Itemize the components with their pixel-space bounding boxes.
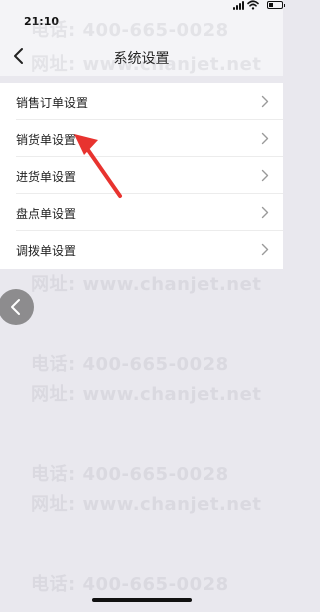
status-time: 21:10 <box>24 15 60 28</box>
list-item-label: 销货单设置 <box>16 133 77 147</box>
list-item-label: 进货单设置 <box>16 170 77 184</box>
watermark-phone: 电话: 400-665-0028 <box>31 574 229 595</box>
list-item-stocktake-settings[interactable]: 盘点单设置 <box>0 194 283 231</box>
home-indicator <box>92 598 192 602</box>
signal-icon <box>233 0 245 10</box>
list-item-transfer-settings[interactable]: 调拨单设置 <box>0 231 283 268</box>
nav-bar: 系统设置 <box>0 36 283 76</box>
list-item-sales-order-settings[interactable]: 销售订单设置 <box>0 83 283 120</box>
floating-back-button[interactable] <box>0 289 34 325</box>
wifi-icon <box>247 0 259 10</box>
list-item-sales-invoice-settings[interactable]: 销货单设置 <box>0 120 283 157</box>
watermark-site: 网址: www.chanjet.net <box>31 274 262 295</box>
watermark-phone: 电话: 400-665-0028 <box>31 464 229 485</box>
chevron-left-icon <box>11 299 20 315</box>
chevron-right-icon <box>261 169 269 182</box>
battery-icon <box>267 1 285 9</box>
chevron-right-icon <box>261 243 269 256</box>
page-title: 系统设置 <box>113 51 170 67</box>
list-item-purchase-invoice-settings[interactable]: 进货单设置 <box>0 157 283 194</box>
watermark-site: 网址: www.chanjet.net <box>31 384 262 405</box>
list-item-label: 销售订单设置 <box>16 96 89 110</box>
chevron-right-icon <box>261 95 269 108</box>
settings-list: 销售订单设置 销货单设置 进货单设置 盘点单设置 调拨单设置 <box>0 83 283 269</box>
watermark-site: 网址: www.chanjet.net <box>31 494 262 515</box>
chevron-right-icon <box>261 132 269 145</box>
list-item-label: 调拨单设置 <box>16 244 77 258</box>
list-item-label: 盘点单设置 <box>16 207 77 221</box>
status-bar: 21:10 <box>0 0 285 36</box>
chevron-right-icon <box>261 206 269 219</box>
watermark-phone: 电话: 400-665-0028 <box>31 354 229 375</box>
